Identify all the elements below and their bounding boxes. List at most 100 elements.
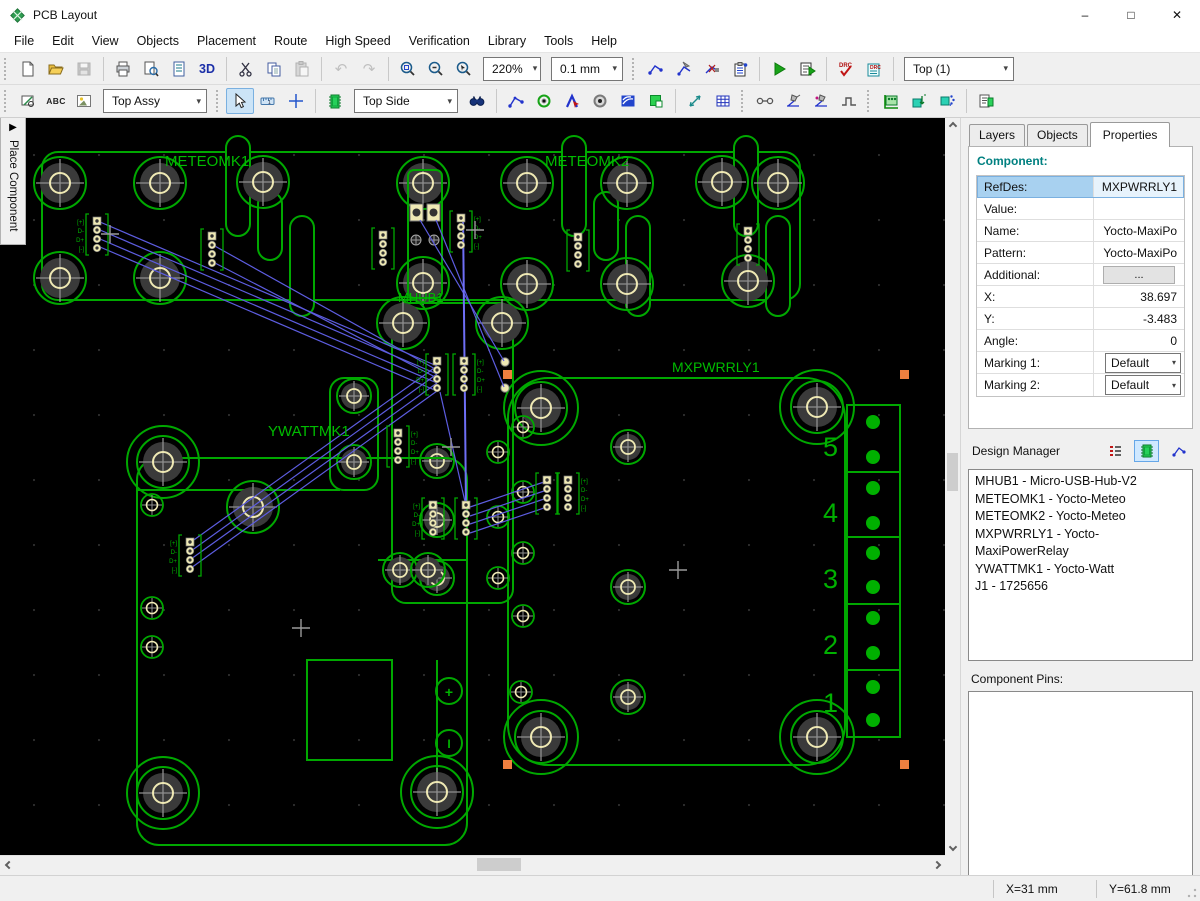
update-from-schematic-button[interactable] xyxy=(905,88,933,114)
vertical-scrollbar[interactable] xyxy=(945,118,960,855)
menu-high-speed[interactable]: High Speed xyxy=(316,32,399,50)
property-row-angle[interactable]: Angle: 0 xyxy=(977,330,1184,352)
list-item-meteomk2[interactable]: METEOMK2 - Yocto-Meteo xyxy=(975,508,1186,526)
measure-tool-button[interactable]: 1 xyxy=(254,88,282,114)
route-setup-button[interactable] xyxy=(726,56,754,82)
route-current-button[interactable] xyxy=(558,88,586,114)
design-manager-list[interactable]: MHUB1 - Micro-USB-Hub-V2 METEOMK1 - Yoct… xyxy=(968,469,1193,661)
edit-traces-button[interactable] xyxy=(779,88,807,114)
property-row-x[interactable]: X: 38.697 xyxy=(977,286,1184,308)
unroute-net-button[interactable] xyxy=(670,56,698,82)
paste-button[interactable] xyxy=(288,56,316,82)
menu-file[interactable]: File xyxy=(5,32,43,50)
place-picture-button[interactable] xyxy=(70,88,98,114)
component-view-button[interactable] xyxy=(1134,440,1159,462)
minimize-button[interactable]: – xyxy=(1062,0,1108,30)
origin-tool-button[interactable] xyxy=(282,88,310,114)
scroll-up-arrow[interactable] xyxy=(945,118,960,134)
fillet-tool-button[interactable] xyxy=(751,88,779,114)
zoom-level-select[interactable]: 220% ▾ xyxy=(483,56,541,81)
print-preview-button[interactable] xyxy=(137,56,165,82)
delete-route-button[interactable] xyxy=(698,56,726,82)
menu-verification[interactable]: Verification xyxy=(400,32,479,50)
menu-objects[interactable]: Objects xyxy=(128,32,188,50)
dimension-tool-button[interactable] xyxy=(681,88,709,114)
list-item-j1[interactable]: J1 - 1725656 xyxy=(975,578,1186,596)
property-row-y[interactable]: Y: -3.483 xyxy=(977,308,1184,330)
open-file-button[interactable] xyxy=(42,56,70,82)
maximize-button[interactable]: □ xyxy=(1108,0,1154,30)
list-item-mhub1[interactable]: MHUB1 - Micro-USB-Hub-V2 xyxy=(975,473,1186,491)
zoom-window-button[interactable] xyxy=(394,56,422,82)
marking2-select[interactable]: Default ▾ xyxy=(1105,375,1181,395)
place-trace-button[interactable] xyxy=(502,88,530,114)
copy-button[interactable] xyxy=(260,56,288,82)
horizontal-scrollbar[interactable] xyxy=(0,855,945,872)
tab-properties[interactable]: Properties xyxy=(1089,122,1171,147)
titles-sheet-button[interactable] xyxy=(165,56,193,82)
pcb-canvas-area[interactable]: + I 5 4 3 2 1 [+] D- D+ [-] [+] D- D+ [-… xyxy=(0,118,945,855)
menu-library[interactable]: Library xyxy=(479,32,535,50)
menu-view[interactable]: View xyxy=(83,32,128,50)
marking1-select[interactable]: Default ▾ xyxy=(1105,352,1181,373)
place-via-button[interactable] xyxy=(530,88,558,114)
property-row-additional[interactable]: Additional: ... xyxy=(977,264,1184,286)
zoom-out-button[interactable] xyxy=(422,56,450,82)
property-row-name[interactable]: Name: Yocto-MaxiPo xyxy=(977,220,1184,242)
property-row-marking2[interactable]: Marking 2: Default ▾ xyxy=(977,374,1184,396)
move-traces-button[interactable] xyxy=(807,88,835,114)
signal-layer-select[interactable]: Top (1) ▾ xyxy=(904,56,1014,81)
list-item-ywattmk1[interactable]: YWATTMK1 - Yocto-Watt xyxy=(975,561,1186,579)
horizontal-scroll-thumb[interactable] xyxy=(477,858,521,871)
menu-tools[interactable]: Tools xyxy=(535,32,582,50)
menu-help[interactable]: Help xyxy=(582,32,626,50)
menu-edit[interactable]: Edit xyxy=(43,32,83,50)
scroll-right-arrow[interactable] xyxy=(928,856,945,873)
list-item-mxpwrrly1[interactable]: MXPWRRLY1 - Yocto-MaxiPowerRelay xyxy=(975,526,1186,561)
additional-button[interactable]: ... xyxy=(1103,265,1175,284)
pcb-canvas[interactable]: + I 5 4 3 2 1 [+]D- D+[-] [+]D- D+[-] [+… xyxy=(0,118,945,855)
copper-pour-button[interactable] xyxy=(614,88,642,114)
save-button[interactable] xyxy=(70,56,98,82)
tab-objects[interactable]: Objects xyxy=(1027,124,1088,146)
tab-layers[interactable]: Layers xyxy=(969,124,1026,146)
undo-button[interactable]: ↶ xyxy=(327,56,355,82)
cut-button[interactable] xyxy=(232,56,260,82)
place-component-button[interactable] xyxy=(321,88,349,114)
property-row-marking1[interactable]: Marking 1: Default ▾ xyxy=(977,352,1184,374)
scroll-left-arrow[interactable] xyxy=(0,856,17,873)
property-row-pattern[interactable]: Pattern: Yocto-MaxiPo xyxy=(977,242,1184,264)
route-manual-button[interactable] xyxy=(642,56,670,82)
component-pins-list[interactable] xyxy=(968,691,1193,879)
3d-view-button[interactable]: 3D xyxy=(193,56,221,82)
autorouter-setup-button[interactable] xyxy=(793,56,821,82)
new-file-button[interactable] xyxy=(14,56,42,82)
property-row-value[interactable]: Value: xyxy=(977,198,1184,220)
redo-button[interactable]: ↷ xyxy=(355,56,383,82)
resize-grip[interactable] xyxy=(1187,888,1197,898)
net-view-button[interactable] xyxy=(1166,440,1191,462)
select-tool-button[interactable] xyxy=(226,88,254,114)
place-text-button[interactable]: ABC xyxy=(42,88,70,114)
list-item-meteomk1[interactable]: METEOMK1 - Yocto-Meteo xyxy=(975,491,1186,509)
menu-placement[interactable]: Placement xyxy=(188,32,265,50)
close-button[interactable]: ✕ xyxy=(1154,0,1200,30)
print-button[interactable] xyxy=(109,56,137,82)
place-pad-button[interactable] xyxy=(586,88,614,114)
draw-shape-button[interactable] xyxy=(14,88,42,114)
drc-check-button[interactable]: DRC xyxy=(832,56,860,82)
meander-tool-button[interactable] xyxy=(835,88,863,114)
assembly-layer-select[interactable]: Top Assy ▾ xyxy=(103,89,207,113)
find-component-button[interactable] xyxy=(463,88,491,114)
net-list-view-button[interactable] xyxy=(1102,440,1127,462)
zoom-pointer-button[interactable] xyxy=(450,56,478,82)
scroll-down-arrow[interactable] xyxy=(945,839,960,855)
grid-step-select[interactable]: 0.1 mm ▾ xyxy=(551,56,623,81)
drc-report-button[interactable]: DRC xyxy=(860,56,888,82)
property-row-refdes[interactable]: RefDes: MXPWRRLY1 xyxy=(977,176,1184,198)
update-layout-button[interactable] xyxy=(933,88,961,114)
placement-side-select[interactable]: Top Side ▾ xyxy=(354,89,458,113)
table-tool-button[interactable] xyxy=(709,88,737,114)
vertical-scroll-thumb[interactable] xyxy=(947,453,958,491)
place-shape-button[interactable] xyxy=(642,88,670,114)
